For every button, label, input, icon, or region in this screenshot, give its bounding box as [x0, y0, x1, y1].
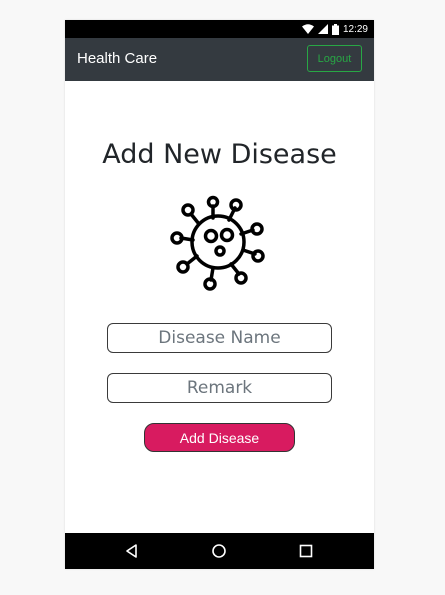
- phone-screen: 12:29 Health Care Logout Add New Disease: [65, 20, 374, 569]
- navigation-bar: [65, 533, 374, 569]
- disease-name-input[interactable]: Disease Name: [107, 323, 332, 353]
- battery-icon: [331, 23, 339, 35]
- page-title: Add New Disease: [102, 139, 337, 170]
- app-bar: Health Care Logout: [65, 38, 374, 81]
- back-icon[interactable]: [123, 542, 141, 560]
- signal-icon: [317, 24, 328, 34]
- recents-icon[interactable]: [297, 542, 315, 560]
- logout-button[interactable]: Logout: [307, 45, 362, 72]
- add-disease-form: Add New Disease Disease Name Remark Add …: [65, 81, 374, 533]
- status-icons: 12:29: [301, 20, 368, 38]
- remark-placeholder: Remark: [186, 378, 253, 398]
- remark-input[interactable]: Remark: [107, 373, 332, 403]
- add-disease-button[interactable]: Add Disease: [144, 423, 295, 452]
- status-bar: 12:29: [65, 20, 374, 38]
- wifi-icon: [301, 24, 314, 34]
- home-icon[interactable]: [210, 542, 228, 560]
- status-time: 12:29: [342, 23, 368, 35]
- app-title: Health Care: [77, 50, 158, 67]
- disease-name-placeholder: Disease Name: [158, 328, 281, 348]
- virus-icon: [170, 195, 265, 291]
